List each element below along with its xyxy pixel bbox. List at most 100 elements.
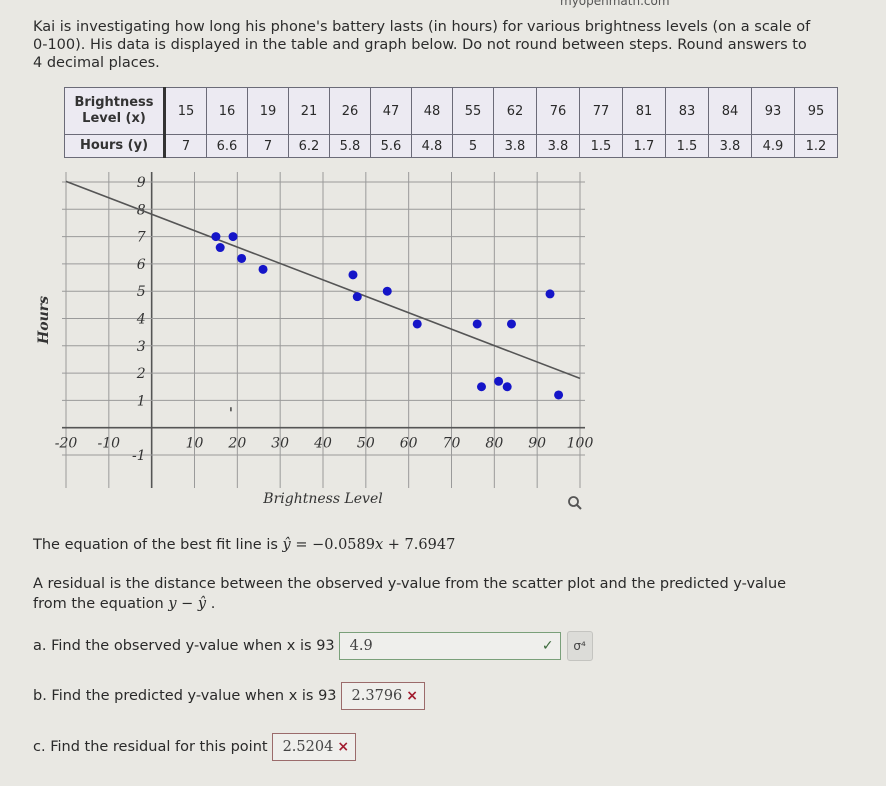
answer-b-input[interactable]: 2.3796 × [340, 682, 426, 710]
x-cell: 77 [579, 87, 623, 135]
x-tick-label: -20 [55, 436, 78, 452]
answer-c-input[interactable]: 2.5204 × [271, 733, 357, 761]
header-line: Level (x) [82, 111, 146, 126]
y-cell: 5 [452, 134, 494, 158]
scatter-plot: -20-10102030405060708090100-1123456789Br… [36, 172, 594, 507]
x-cell: 81 [622, 87, 666, 135]
data-point [494, 376, 504, 386]
y-cell: 7 [247, 134, 289, 158]
data-point [352, 292, 362, 302]
site-label: myopenmath.com [560, 0, 670, 8]
equation-text: The equation of the best fit line is ŷ =… [33, 537, 455, 553]
incorrect-icon: × [406, 688, 419, 704]
data-table: Brightness Level (x) 15 16 19 21 26 47 48 55 62 7… [64, 87, 838, 158]
y-tick-label: 3 [137, 339, 146, 355]
data-point [348, 270, 358, 280]
table-row-x: Brightness Level (x) 15 16 19 21 26 47 48 55 62 7… [64, 87, 838, 135]
table-row-y: Hours (y) 7 6.6 7 6.2 5.8 5.6 4.8 5 3.8 3.8 1.5 1.7… [64, 134, 838, 158]
magnify-icon[interactable] [567, 495, 583, 511]
x-tick-label: 30 [271, 436, 289, 452]
incorrect-icon: × [337, 739, 350, 755]
x-tick-label: 50 [357, 436, 375, 452]
y-cell: 4.8 [411, 134, 453, 158]
x-symbol: x [375, 537, 384, 553]
math-keyboard-button[interactable]: σ⁴ [566, 631, 593, 661]
equation-prefix: The equation of the best fit line is [33, 537, 283, 553]
row-header-x: Brightness Level (x) [64, 87, 166, 135]
data-point [412, 319, 422, 329]
residual-definition: A residual is the distance between the o… [33, 574, 793, 614]
x-cell: 15 [164, 87, 207, 135]
x-cell: 93 [751, 87, 795, 135]
intro-text: Kai is investigating how long his phone'… [33, 19, 811, 71]
x-tick-label: 100 [567, 436, 594, 452]
question-b: b. Find the predicted y-value when x is … [33, 682, 426, 710]
y-symbol: y [168, 596, 177, 612]
y-tick-label: -1 [132, 448, 146, 464]
y-cell: 1.5 [665, 134, 709, 158]
x-tick-label: 20 [227, 436, 246, 452]
yhat-symbol: ŷ [197, 596, 207, 612]
data-point [215, 243, 225, 253]
question-c-label: c. Find the residual for this point [33, 739, 268, 755]
x-tick-label: 90 [528, 436, 546, 452]
y-cell: 6.2 [288, 134, 330, 158]
question-a: a. Find the observed y-value when x is 9… [33, 631, 593, 661]
x-axis-label: Brightness Level [262, 491, 382, 507]
question-a-label: a. Find the observed y-value when x is 9… [33, 638, 335, 654]
y-tick-label: 7 [137, 230, 146, 246]
x-tick-label: 70 [443, 436, 461, 452]
x-cell: 84 [708, 87, 752, 135]
x-cell: 95 [794, 87, 838, 135]
y-cell: 5.6 [370, 134, 412, 158]
x-cell: 48 [411, 87, 453, 135]
y-tick-label: 2 [136, 366, 146, 382]
data-point [472, 319, 482, 329]
yhat-symbol: ŷ [282, 537, 291, 553]
x-tick-label: 40 [313, 436, 332, 452]
question-b-label: b. Find the predicted y-value when x is … [33, 688, 337, 704]
y-cell: 4.9 [751, 134, 795, 158]
question-c: c. Find the residual for this point 2.52… [33, 733, 357, 761]
data-point [502, 382, 512, 392]
y-tick-label: 1 [137, 393, 146, 409]
y-cell: 1.7 [622, 134, 666, 158]
x-cell: 19 [247, 87, 289, 135]
y-cell: 7 [164, 134, 207, 158]
check-icon: ✓ [541, 638, 554, 654]
answer-a-input[interactable]: 4.9 ✓ [338, 632, 561, 660]
data-point [211, 232, 221, 242]
x-cell: 55 [452, 87, 494, 135]
x-cell: 16 [206, 87, 248, 135]
y-cell: 5.8 [329, 134, 371, 158]
x-tick-label: 80 [485, 436, 503, 452]
x-cell: 26 [329, 87, 371, 135]
answer-b-value: 2.3796 [351, 688, 403, 704]
y-cell: 1.2 [794, 134, 838, 158]
equation-intercept: + 7.6947 [383, 537, 456, 553]
y-tick-label: 9 [137, 175, 146, 191]
y-cell: 3.8 [493, 134, 537, 158]
equation-math: ŷ = −0.0589x + 7.6947 [283, 537, 456, 553]
data-point [237, 253, 247, 263]
data-point [554, 390, 564, 400]
data-point [382, 286, 392, 296]
answer-c-value: 2.5204 [282, 739, 334, 755]
x-cell: 62 [493, 87, 537, 135]
y-tick-label: 6 [137, 257, 146, 273]
x-cell: 47 [370, 87, 412, 135]
y-tick-label: 4 [136, 312, 146, 328]
y-cell: 6.6 [206, 134, 248, 158]
residual-text: A residual is the distance between the o… [33, 576, 787, 612]
y-tick-label: 5 [137, 284, 146, 300]
x-cell: 21 [288, 87, 330, 135]
x-tick-label: -10 [98, 436, 121, 452]
y-axis-label: Hours [36, 296, 52, 345]
data-point [228, 232, 238, 242]
y-cell: 3.8 [536, 134, 580, 158]
row-header-y: Hours (y) [64, 134, 166, 158]
data-point [258, 264, 268, 274]
x-tick-label: 60 [400, 436, 418, 452]
header-line: Brightness [74, 95, 154, 110]
minus-symbol: − [176, 596, 198, 612]
